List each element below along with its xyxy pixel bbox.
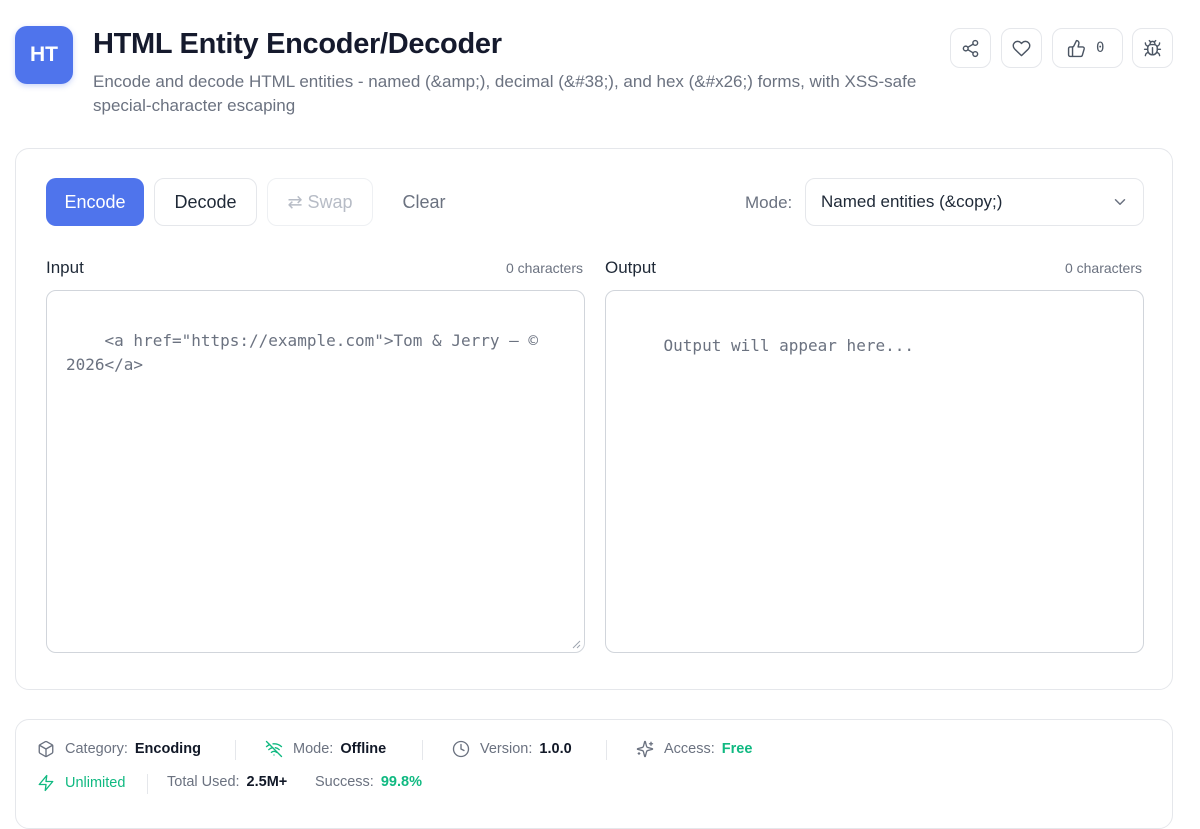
- stat-success: Success: 99.8%: [315, 774, 422, 790]
- swap-button[interactable]: ⇄ Swap: [267, 178, 373, 226]
- bug-icon: [1143, 39, 1162, 56]
- clock-icon: [452, 740, 470, 758]
- success-value: 99.8%: [380, 774, 422, 790]
- share-icon: [962, 39, 979, 57]
- mode-select-value: Named entities (&copy;): [821, 192, 1003, 211]
- page-header: HT HTML Entity Encoder/Decoder Encode an…: [15, 26, 1175, 126]
- input-label: Input: [46, 258, 84, 277]
- zap-icon: [38, 774, 54, 792]
- tool-card: Encode Decode ⇄ Swap Clear Mode: Named e…: [15, 148, 1173, 690]
- wifi-off-icon: [265, 740, 283, 758]
- input-char-count: 0 characters: [505, 260, 583, 276]
- mode-select[interactable]: Named entities (&copy;): [805, 178, 1144, 226]
- report-bug-button[interactable]: [1132, 28, 1173, 68]
- stat-total-used: Total Used: 2.5M+: [167, 774, 288, 790]
- version-value: 1.0.0: [539, 741, 572, 757]
- sparkles-icon: [636, 740, 654, 758]
- page-title: HTML Entity Encoder/Decoder: [93, 28, 502, 60]
- output-textarea[interactable]: Output will appear here...: [605, 290, 1144, 653]
- output-label: Output: [605, 258, 657, 277]
- divider: [147, 774, 148, 794]
- share-button[interactable]: [950, 28, 991, 68]
- output-placeholder: Output will appear here...: [663, 336, 914, 355]
- output-char-count: 0 characters: [1064, 260, 1142, 276]
- decode-button[interactable]: Decode: [154, 178, 257, 226]
- stat-access: Access: Free: [636, 740, 752, 758]
- mode-label: Mode:: [745, 193, 793, 212]
- category-value: Encoding: [134, 741, 201, 757]
- stat-version: Version: 1.0.0: [452, 740, 572, 758]
- divider: [235, 740, 236, 760]
- package-icon: [38, 740, 54, 758]
- divider: [606, 740, 607, 760]
- tool-stats-bar: Category: Encoding Mode: Offline Version: 1…: [15, 719, 1173, 829]
- like-button[interactable]: 0: [1052, 28, 1123, 68]
- favorite-button[interactable]: [1001, 28, 1042, 68]
- access-value: Free: [721, 741, 753, 757]
- input-textarea[interactable]: <a href="https://example.com">Tom & Jerr…: [46, 290, 585, 653]
- chevron-down-icon: [1114, 199, 1126, 205]
- thumbs-up-icon: [1067, 39, 1085, 57]
- mode-value: Offline: [340, 741, 387, 757]
- stat-mode: Mode: Offline: [265, 740, 386, 758]
- stat-category: Category: Encoding: [37, 740, 201, 758]
- heart-icon: [1012, 40, 1031, 56]
- resize-handle-icon[interactable]: [571, 639, 581, 649]
- input-placeholder: <a href="https://example.com">Tom & Jerr…: [66, 331, 548, 374]
- like-count: 0: [1096, 40, 1105, 56]
- app-logo: HT: [15, 26, 73, 84]
- clear-button[interactable]: Clear: [383, 178, 465, 226]
- unlimited-label: Unlimited: [65, 775, 126, 791]
- total-used-value: 2.5M+: [246, 774, 288, 790]
- divider: [422, 740, 423, 760]
- page-subtitle: Encode and decode HTML entities - named …: [93, 72, 917, 115]
- encode-button[interactable]: Encode: [46, 178, 144, 226]
- stat-unlimited: Unlimited: [37, 774, 125, 792]
